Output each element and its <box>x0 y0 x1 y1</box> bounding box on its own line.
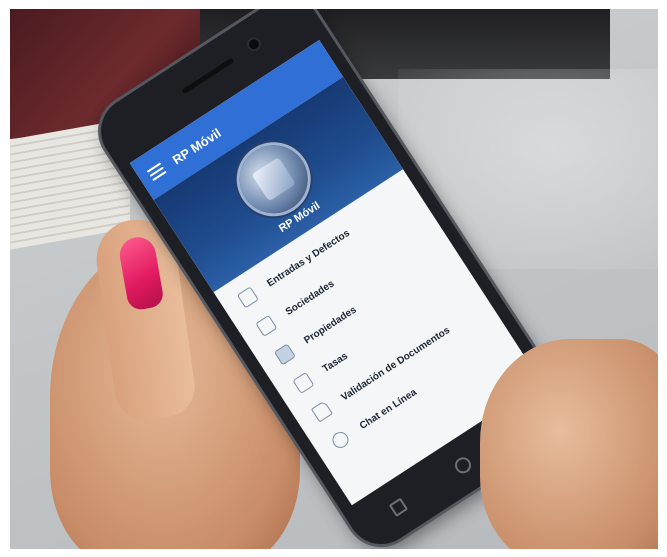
menu-item-label: Tasas <box>320 350 350 375</box>
emblem-center <box>251 157 296 202</box>
right-hand <box>480 339 658 549</box>
hamburger-menu-icon[interactable] <box>146 162 167 182</box>
folder-icon <box>273 343 296 366</box>
folder-icon <box>292 371 315 395</box>
front-camera <box>247 37 261 52</box>
earpiece-speaker <box>181 57 235 95</box>
document-icon <box>310 400 333 423</box>
photo: RP Móvil RP Móvil Entradas y Defectos So… <box>10 9 658 549</box>
recent-apps-icon[interactable] <box>388 497 409 517</box>
folder-icon <box>236 286 259 309</box>
home-icon[interactable] <box>452 453 475 477</box>
chat-icon <box>329 428 352 452</box>
folder-icon <box>255 314 278 337</box>
